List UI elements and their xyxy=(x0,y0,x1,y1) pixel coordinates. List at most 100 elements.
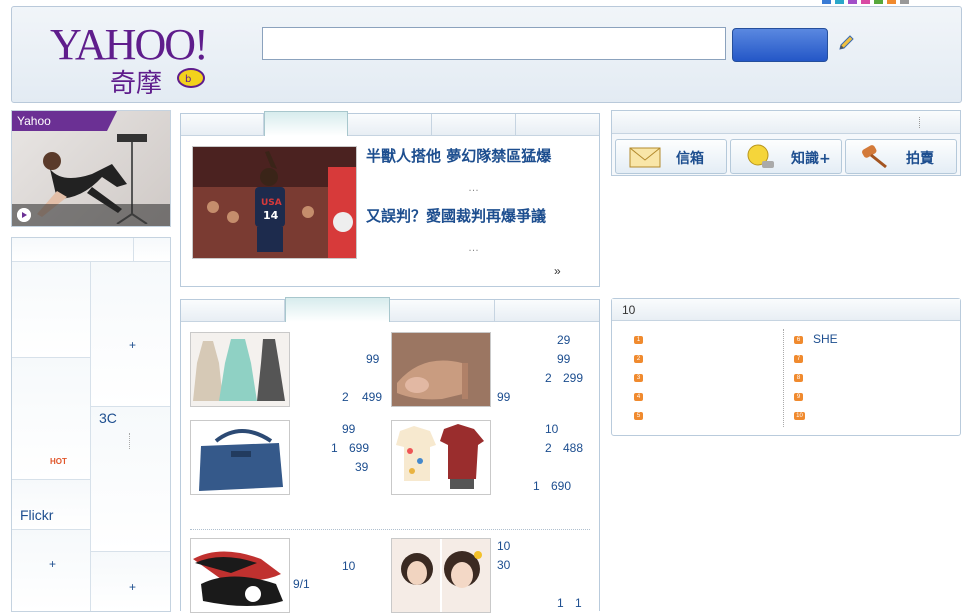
rank-badge: 3 xyxy=(634,374,643,382)
knowledge-label: 知識+ xyxy=(791,151,831,167)
price-text[interactable]: 690 xyxy=(551,479,571,493)
add-icon[interactable]: + xyxy=(129,580,136,594)
left-menu: + HOT 3C Flickr + + xyxy=(11,237,171,612)
product-image-dresses[interactable] xyxy=(190,332,290,407)
product-image-hair[interactable] xyxy=(391,538,491,613)
ellipsis: … xyxy=(468,242,479,254)
add-icon[interactable]: + xyxy=(49,557,56,571)
divider xyxy=(190,529,590,530)
rank-badge: 9 xyxy=(794,393,803,401)
play-icon[interactable] xyxy=(17,208,31,222)
price-text[interactable]: 1 xyxy=(575,596,582,610)
services-panel: 信箱 知識+ 拍賣 xyxy=(611,110,961,176)
yahoo-logo[interactable]: YAHOO! 奇摩 b xyxy=(38,19,213,99)
price-text[interactable]: 99 xyxy=(342,422,355,436)
video-thumbnail[interactable]: Yahoo xyxy=(11,110,171,227)
shop-tab-3[interactable] xyxy=(390,300,495,321)
price-text[interactable]: 10 xyxy=(545,422,558,436)
theme-swatch-purple[interactable] xyxy=(848,0,857,4)
ellipsis: … xyxy=(468,182,479,194)
price-text[interactable]: 99 xyxy=(366,352,379,366)
news-tab-2[interactable] xyxy=(264,111,348,136)
price-text[interactable]: 9/1 xyxy=(293,577,310,591)
menu-cell-3c[interactable]: 3C xyxy=(91,407,170,552)
smiley-icon: b xyxy=(177,68,205,88)
left-menu-header-edit[interactable] xyxy=(134,238,170,262)
news-tab-4[interactable] xyxy=(432,114,516,135)
price-text[interactable]: 39 xyxy=(355,460,368,474)
rank-badge: 4 xyxy=(634,393,643,401)
hair-accessory-image xyxy=(401,539,482,612)
product-image-bag[interactable] xyxy=(190,420,290,495)
headline-link-2[interactable]: 又誤判？愛國裁判再爆爭議 xyxy=(366,205,546,226)
menu-cell-flickr[interactable]: Flickr xyxy=(12,480,91,530)
theme-swatch-orange[interactable] xyxy=(887,0,896,4)
shop-tab-4[interactable] xyxy=(495,300,599,321)
product-image-shirts[interactable] xyxy=(391,420,491,495)
rank-item-she[interactable]: SHE xyxy=(813,332,838,346)
mail-button[interactable]: 信箱 xyxy=(615,139,727,174)
news-tab-1[interactable] xyxy=(181,114,264,135)
headline-link-1[interactable]: 半獸人搭他 夢幻隊禁區猛爆 xyxy=(366,145,551,166)
news-tab-3[interactable] xyxy=(348,114,432,135)
rank-badge: 2 xyxy=(634,355,643,363)
header: YAHOO! 奇摩 b xyxy=(11,6,962,103)
price-text[interactable]: 10 xyxy=(497,539,510,553)
divider xyxy=(783,329,784,427)
news-tab-5[interactable] xyxy=(516,114,599,135)
product-image-shoes[interactable] xyxy=(190,538,290,613)
price-text[interactable]: 1 xyxy=(331,441,338,455)
theme-swatch-blue[interactable] xyxy=(822,0,831,4)
auction-button[interactable]: 拍賣 xyxy=(845,139,957,174)
shirts-image xyxy=(396,424,484,489)
price-text[interactable]: 488 xyxy=(563,441,583,455)
price-text[interactable]: 99 xyxy=(497,390,510,404)
theme-swatch-green[interactable] xyxy=(874,0,883,4)
menu-cell-6[interactable]: + xyxy=(91,552,170,611)
ranking-panel: 10 1 2 3 4 5 6 SHE 7 8 9 10 xyxy=(611,298,961,436)
theme-swatch-cyan[interactable] xyxy=(835,0,844,4)
news-photo[interactable]: USA 14 xyxy=(192,146,357,259)
menu-cell-1[interactable] xyxy=(12,262,91,358)
bag-image xyxy=(199,429,283,491)
price-text[interactable]: 30 xyxy=(497,558,510,572)
mail-label: 信箱 xyxy=(676,151,704,167)
search-input[interactable] xyxy=(262,27,726,60)
top-strip xyxy=(0,0,973,5)
shoes-image xyxy=(193,551,283,606)
price-text[interactable]: 2 xyxy=(545,371,552,385)
price-text[interactable]: 2 xyxy=(545,441,552,455)
divider xyxy=(129,433,131,449)
basketball-photo: USA 14 xyxy=(193,147,356,258)
product-image-heels[interactable] xyxy=(391,332,491,407)
shop-tab-2[interactable] xyxy=(285,297,390,322)
menu-cell-2[interactable]: + xyxy=(91,262,170,407)
svg-text:USA: USA xyxy=(261,198,282,208)
price-text[interactable]: 499 xyxy=(362,390,382,404)
video-tag-tail xyxy=(107,111,117,131)
rank-badge: 5 xyxy=(634,412,643,420)
logo-subtext: 奇摩 xyxy=(110,69,163,99)
price-text[interactable]: 10 xyxy=(342,559,355,573)
price-text[interactable]: 1 xyxy=(533,479,540,493)
theme-swatch-pink[interactable] xyxy=(861,0,870,4)
menu-cell-3[interactable]: HOT xyxy=(12,358,91,480)
price-text[interactable]: 299 xyxy=(563,371,583,385)
price-text[interactable]: 699 xyxy=(349,441,369,455)
add-icon[interactable]: + xyxy=(129,338,136,352)
svg-text:b: b xyxy=(185,74,191,85)
price-text[interactable]: 29 xyxy=(557,333,570,347)
pencil-icon[interactable] xyxy=(836,33,856,53)
shop-tab-1[interactable] xyxy=(181,300,285,321)
knowledge-button[interactable]: 知識+ xyxy=(730,139,842,174)
search-button[interactable] xyxy=(732,28,828,62)
shopping-tabs xyxy=(181,297,599,322)
price-text[interactable]: 99 xyxy=(557,352,570,366)
price-text[interactable]: 1 xyxy=(557,596,564,610)
theme-swatch-gray[interactable] xyxy=(900,0,909,4)
price-text[interactable]: 2 xyxy=(342,390,349,404)
services-header xyxy=(612,111,960,134)
lightbulb-icon xyxy=(747,144,774,168)
menu-cell-5[interactable]: + xyxy=(12,530,91,611)
more-link[interactable]: » xyxy=(554,264,561,278)
